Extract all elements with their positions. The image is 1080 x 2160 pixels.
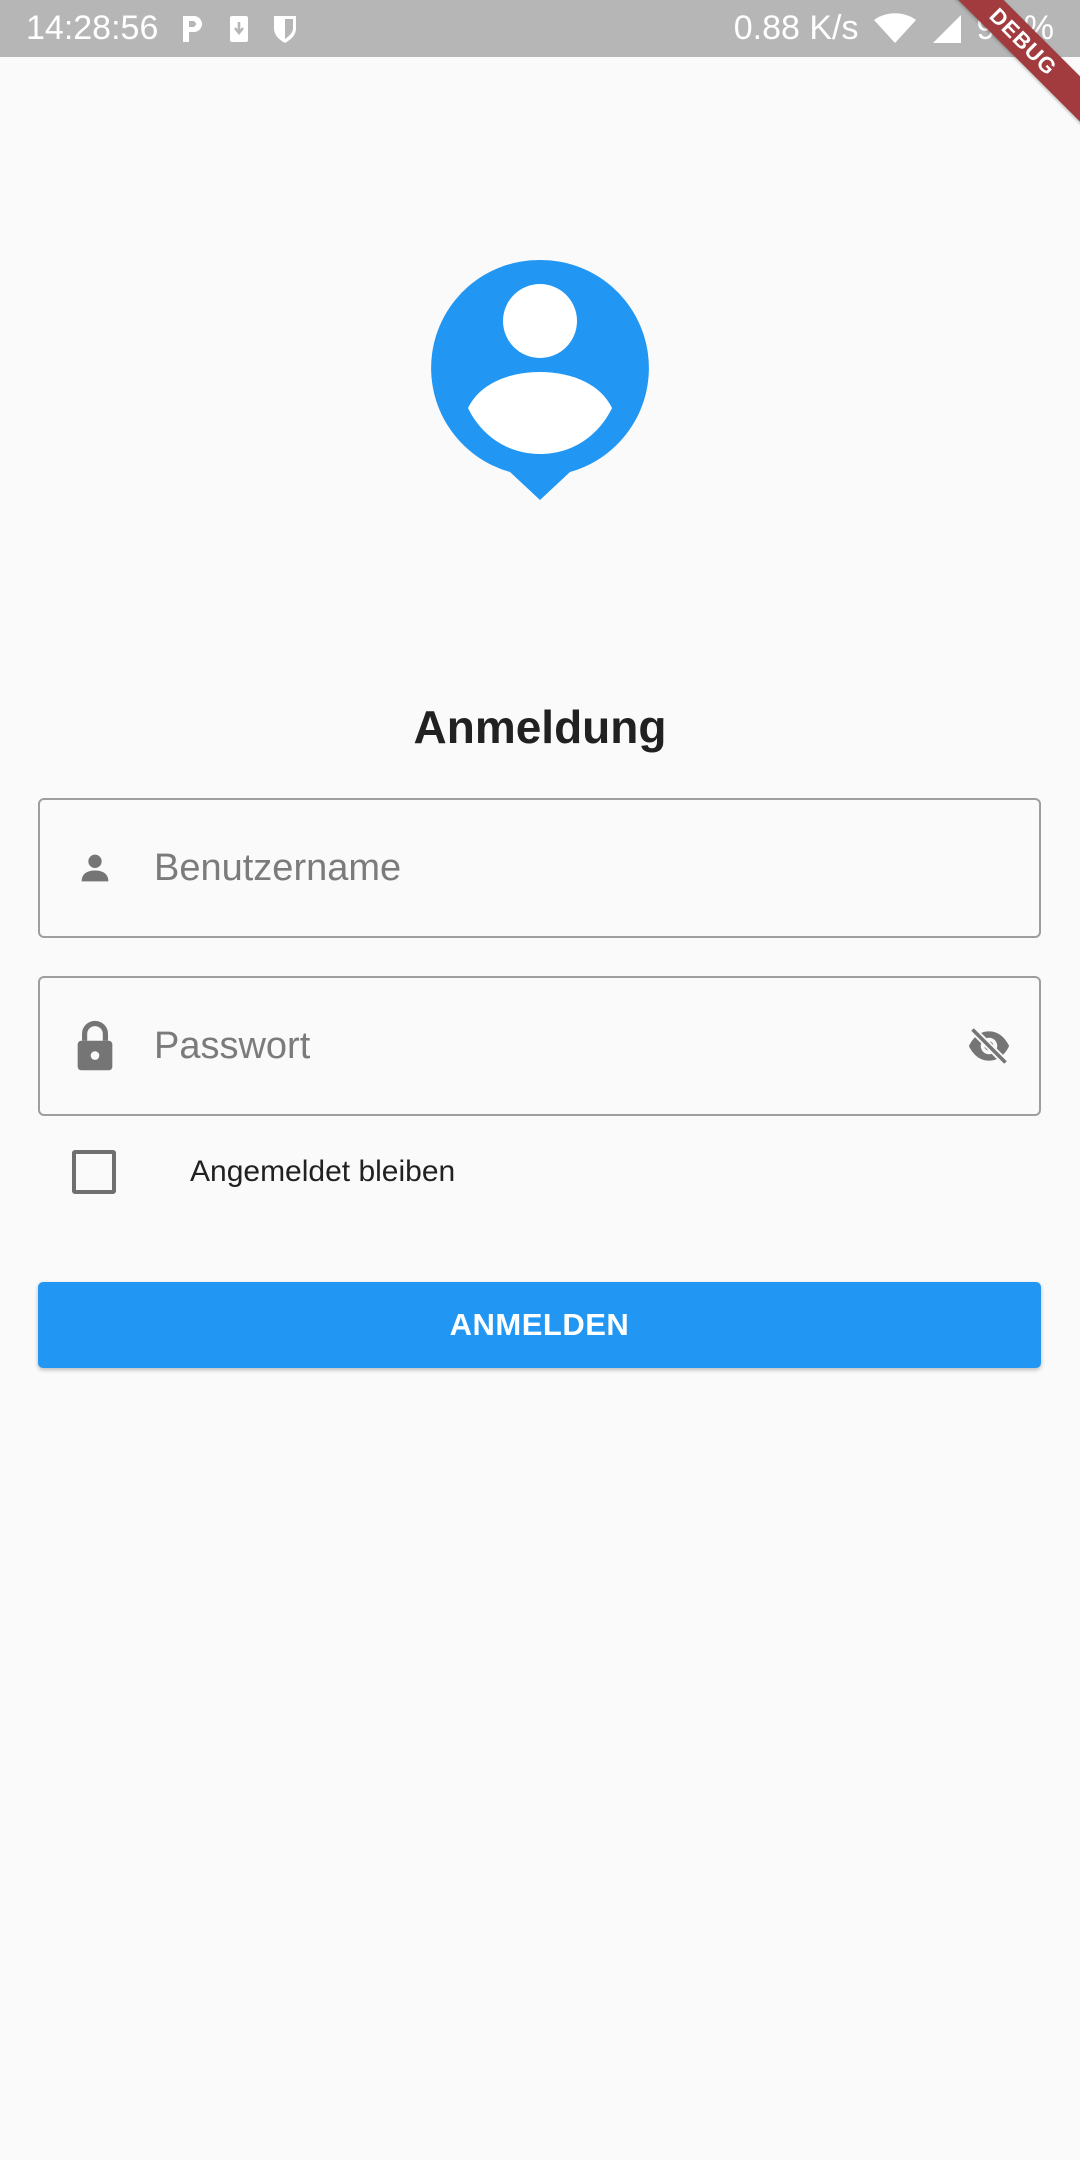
username-placeholder: Benutzername xyxy=(154,846,402,889)
remember-me-label: Angemeldet bleiben xyxy=(190,1155,456,1188)
status-left: 14:28:56 xyxy=(26,9,298,48)
person-icon xyxy=(40,848,150,888)
password-placeholder: Passwort xyxy=(154,1024,311,1067)
parking-icon xyxy=(180,14,206,44)
lock-icon xyxy=(40,1020,150,1072)
download-icon xyxy=(228,14,250,44)
shield-icon xyxy=(272,14,298,44)
remember-me-checkbox[interactable] xyxy=(72,1150,116,1194)
status-bar: 14:28:56 0.88 K/s xyxy=(0,0,1080,57)
wifi-icon xyxy=(873,12,917,45)
signal-icon xyxy=(931,13,963,45)
password-field[interactable]: Passwort xyxy=(38,976,1041,1116)
person-pin-icon xyxy=(430,258,650,503)
status-time: 14:28:56 xyxy=(26,9,159,47)
network-speed: 0.88 K/s xyxy=(733,9,859,47)
login-button[interactable]: ANMELDEN xyxy=(38,1282,1041,1368)
remember-me-row[interactable]: Angemeldet bleiben xyxy=(72,1150,455,1194)
visibility-off-icon[interactable] xyxy=(939,1024,1039,1068)
username-field[interactable]: Benutzername xyxy=(38,798,1041,938)
page-title: Anmeldung xyxy=(413,701,667,753)
